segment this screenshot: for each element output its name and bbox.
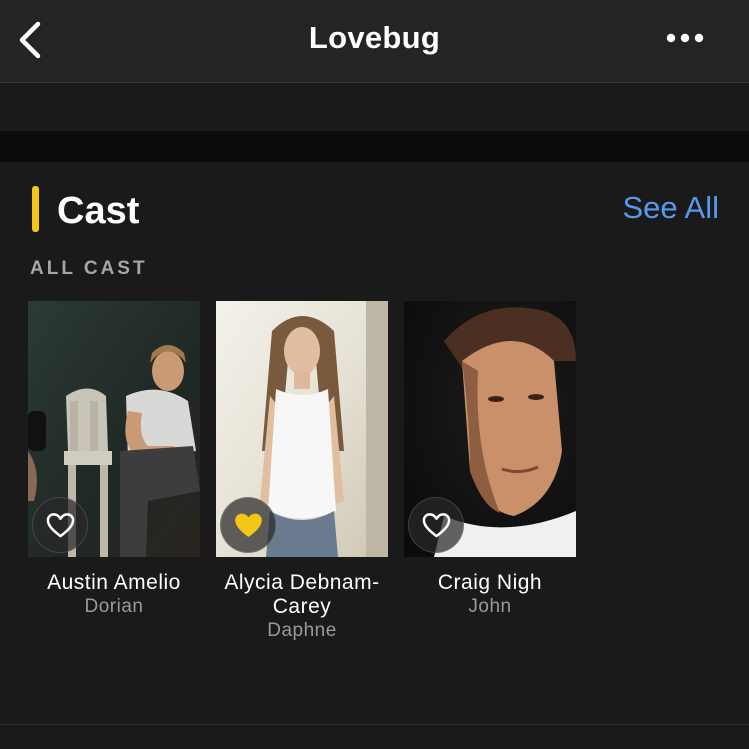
heart-outline-icon	[46, 513, 75, 538]
heart-filled-icon	[235, 513, 262, 537]
favorite-button[interactable]	[32, 497, 88, 553]
section-subheader: ALL CAST	[30, 258, 148, 279]
favorite-button[interactable]	[220, 497, 276, 553]
cast-card[interactable]: Craig Nigh John	[404, 301, 576, 618]
more-horizontal-icon	[666, 33, 704, 43]
page-title: Lovebug	[308, 20, 441, 55]
heart-outline-icon	[422, 513, 451, 538]
character-name: John	[468, 596, 512, 617]
character-name: Dorian	[84, 596, 144, 617]
section-accent-bar	[32, 186, 39, 232]
more-options-button[interactable]	[664, 30, 708, 46]
actor-name: Alycia Debnam-Carey	[224, 571, 380, 618]
section-divider	[0, 131, 749, 162]
section-title: Cast	[57, 190, 140, 232]
app-screen: Lovebug Cast See All ALL CAST Austin Ame…	[0, 0, 749, 749]
character-name: Daphne	[267, 620, 337, 641]
see-all-link[interactable]: See All	[622, 190, 719, 226]
navigation-bar: Lovebug	[0, 0, 749, 83]
content-spacer	[0, 83, 749, 131]
actor-photo	[28, 301, 200, 557]
actor-photo	[216, 301, 388, 557]
actor-photo	[404, 301, 576, 557]
actor-name: Craig Nigh	[437, 571, 543, 594]
cast-card[interactable]: Alycia Debnam-Carey Daphne	[216, 301, 388, 642]
cast-section: Cast See All ALL CAST Austin Amelio Dori…	[0, 162, 749, 724]
actor-name: Austin Amelio	[47, 571, 181, 594]
next-section-edge	[0, 725, 749, 749]
favorite-button[interactable]	[408, 497, 464, 553]
cast-card[interactable]: Austin Amelio Dorian	[28, 301, 200, 618]
